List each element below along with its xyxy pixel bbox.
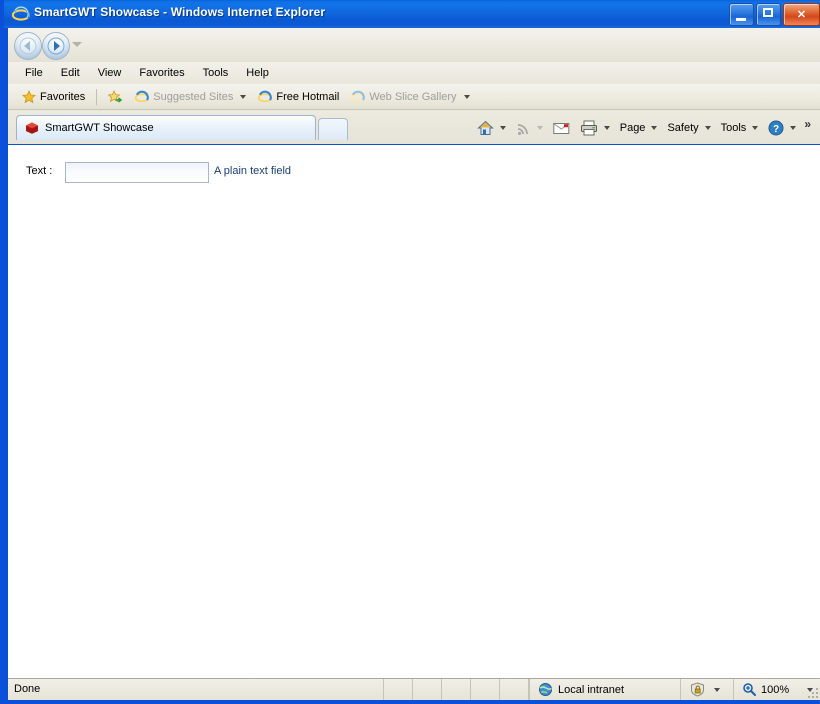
red-box-icon: [26, 122, 38, 134]
safety-menu[interactable]: Safety: [662, 119, 715, 137]
browser-window: SmartGWT Showcase - Windows Internet Exp…: [0, 0, 820, 704]
close-button[interactable]: ✕: [783, 3, 820, 26]
security-zone[interactable]: Local intranet: [529, 679, 624, 700]
zoom-control[interactable]: 100%: [733, 679, 814, 700]
security-zone-label: Local intranet: [558, 683, 625, 696]
ie-logo-icon: [11, 5, 31, 23]
title-bar: SmartGWT Showcase - Windows Internet Exp…: [4, 0, 820, 28]
protected-mode-indicator[interactable]: [680, 679, 720, 700]
chevron-down-icon: [499, 126, 506, 130]
tab-smartgwt-showcase[interactable]: SmartGWT Showcase: [16, 115, 316, 140]
ie-logo-icon: [258, 90, 273, 102]
favorites-label: Favorites: [40, 90, 86, 103]
svg-text:?: ?: [773, 124, 779, 135]
help-icon: ?: [768, 120, 784, 136]
globe-icon: [539, 683, 552, 696]
menu-item-help[interactable]: Help: [237, 65, 278, 81]
chevron-down-icon: [752, 126, 759, 130]
favorites-item-web-slice-gallery[interactable]: Web Slice Gallery: [345, 88, 475, 106]
favorites-item-label: Suggested Sites: [153, 90, 234, 103]
text-input[interactable]: [65, 162, 209, 183]
chevron-down-icon: [790, 126, 797, 130]
page-menu[interactable]: Page: [615, 119, 663, 137]
chevron-down-icon: [714, 687, 720, 692]
close-icon: ✕: [796, 9, 807, 21]
minimize-button[interactable]: [729, 3, 754, 26]
menu-item-edit[interactable]: Edit: [52, 65, 89, 81]
home-button[interactable]: [472, 117, 511, 139]
menu-item-view[interactable]: View: [89, 65, 131, 81]
favorites-item-label: Web Slice Gallery: [369, 90, 457, 103]
chevron-down-icon: [463, 94, 470, 99]
back-button[interactable]: [14, 32, 42, 60]
favorites-button[interactable]: Favorites: [16, 88, 91, 106]
favorites-bar: Favorites Suggested Sites Free Hotmail W…: [8, 84, 820, 110]
ie-logo-icon: [351, 90, 366, 102]
favorites-item-label: Free Hotmail: [276, 90, 340, 103]
add-to-favorites-bar-button[interactable]: [102, 88, 129, 106]
navigation-row: [8, 28, 820, 62]
status-bar: Done Local intranet 100%: [8, 678, 820, 700]
status-text: Done: [14, 683, 41, 695]
star-add-icon: [108, 89, 123, 103]
resize-grip[interactable]: [806, 686, 818, 698]
ie-logo-icon: [135, 90, 150, 102]
magnifier-icon: [743, 683, 756, 696]
help-menu[interactable]: ?: [763, 117, 801, 139]
text-field-label: Text :: [26, 165, 53, 177]
command-bar: Page Safety Tools ? »: [472, 115, 820, 141]
menu-item-tools[interactable]: Tools: [194, 65, 238, 81]
text-field-row: Text : A plain text field: [8, 161, 820, 187]
chevron-down-icon: [240, 94, 247, 99]
mail-icon: [553, 122, 570, 134]
favorites-item-suggested-sites[interactable]: Suggested Sites: [129, 88, 252, 106]
browser-chrome: http://localhost:8888/index.html?gwt.cod…: [8, 28, 820, 144]
page-menu-label: Page: [619, 122, 646, 134]
tools-menu-label: Tools: [720, 122, 747, 134]
tab-label: SmartGWT Showcase: [45, 122, 154, 134]
read-mail-button[interactable]: [548, 119, 575, 138]
chevron-down-icon: [651, 126, 658, 130]
tools-menu[interactable]: Tools: [716, 119, 764, 137]
safety-menu-label: Safety: [667, 122, 699, 134]
lock-icon: [691, 682, 704, 697]
zoom-level: 100%: [761, 683, 790, 696]
command-bar-overflow-button[interactable]: »: [801, 117, 814, 139]
favorites-item-free-hotmail[interactable]: Free Hotmail: [252, 88, 345, 106]
tab-bar: SmartGWT Showcase Page Safety Tools ? »: [8, 111, 820, 144]
feeds-button[interactable]: [511, 118, 548, 139]
menu-item-file[interactable]: File: [16, 65, 52, 81]
chevron-down-icon: [704, 126, 711, 130]
favorites-separator: [96, 88, 98, 105]
home-icon: [476, 120, 494, 135]
chevron-down-icon: [603, 126, 610, 130]
page-content: Text : A plain text field: [8, 145, 820, 678]
menu-item-favorites[interactable]: Favorites: [130, 65, 193, 81]
new-tab-button[interactable]: [318, 118, 348, 140]
rss-icon: [517, 123, 528, 135]
printer-icon: [580, 120, 597, 136]
chevron-down-icon: [536, 126, 543, 130]
window-title: SmartGWT Showcase - Windows Internet Exp…: [34, 5, 326, 19]
history-dropdown-icon[interactable]: [72, 42, 82, 47]
print-button[interactable]: [575, 117, 615, 139]
forward-button[interactable]: [42, 32, 70, 60]
text-field-hint: A plain text field: [214, 165, 292, 177]
menu-bar: File Edit View Favorites Tools Help: [8, 62, 820, 84]
window-controls: ✕: [729, 3, 820, 26]
star-icon: [22, 89, 36, 103]
maximize-button[interactable]: [756, 3, 781, 26]
